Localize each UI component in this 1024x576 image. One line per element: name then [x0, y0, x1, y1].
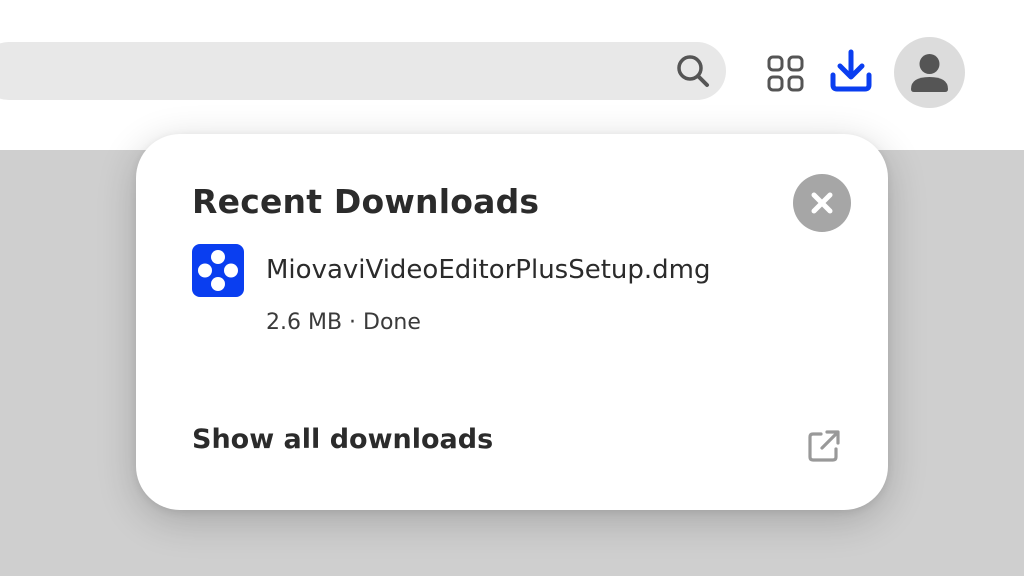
avatar[interactable] [894, 37, 965, 108]
show-all-downloads-link[interactable]: Show all downloads [192, 424, 493, 455]
file-name[interactable]: MiovaviVideoEditorPlusSetup.dmg [266, 255, 711, 285]
close-button[interactable] [793, 174, 851, 232]
apps-grid-icon[interactable] [766, 54, 806, 94]
close-icon [811, 192, 833, 214]
search-icon[interactable] [674, 52, 712, 90]
search-input[interactable] [0, 42, 726, 100]
user-avatar-icon [911, 54, 948, 92]
browser-toolbar [0, 0, 1024, 150]
popup-title: Recent Downloads [192, 182, 540, 221]
downloads-popup: Recent Downloads MiovaviVideoEditorPlusS… [136, 134, 888, 510]
file-status: 2.6 MB · Done [266, 310, 421, 335]
app-file-icon [192, 244, 244, 297]
download-icon[interactable] [828, 48, 874, 94]
open-external-icon[interactable] [806, 428, 842, 464]
